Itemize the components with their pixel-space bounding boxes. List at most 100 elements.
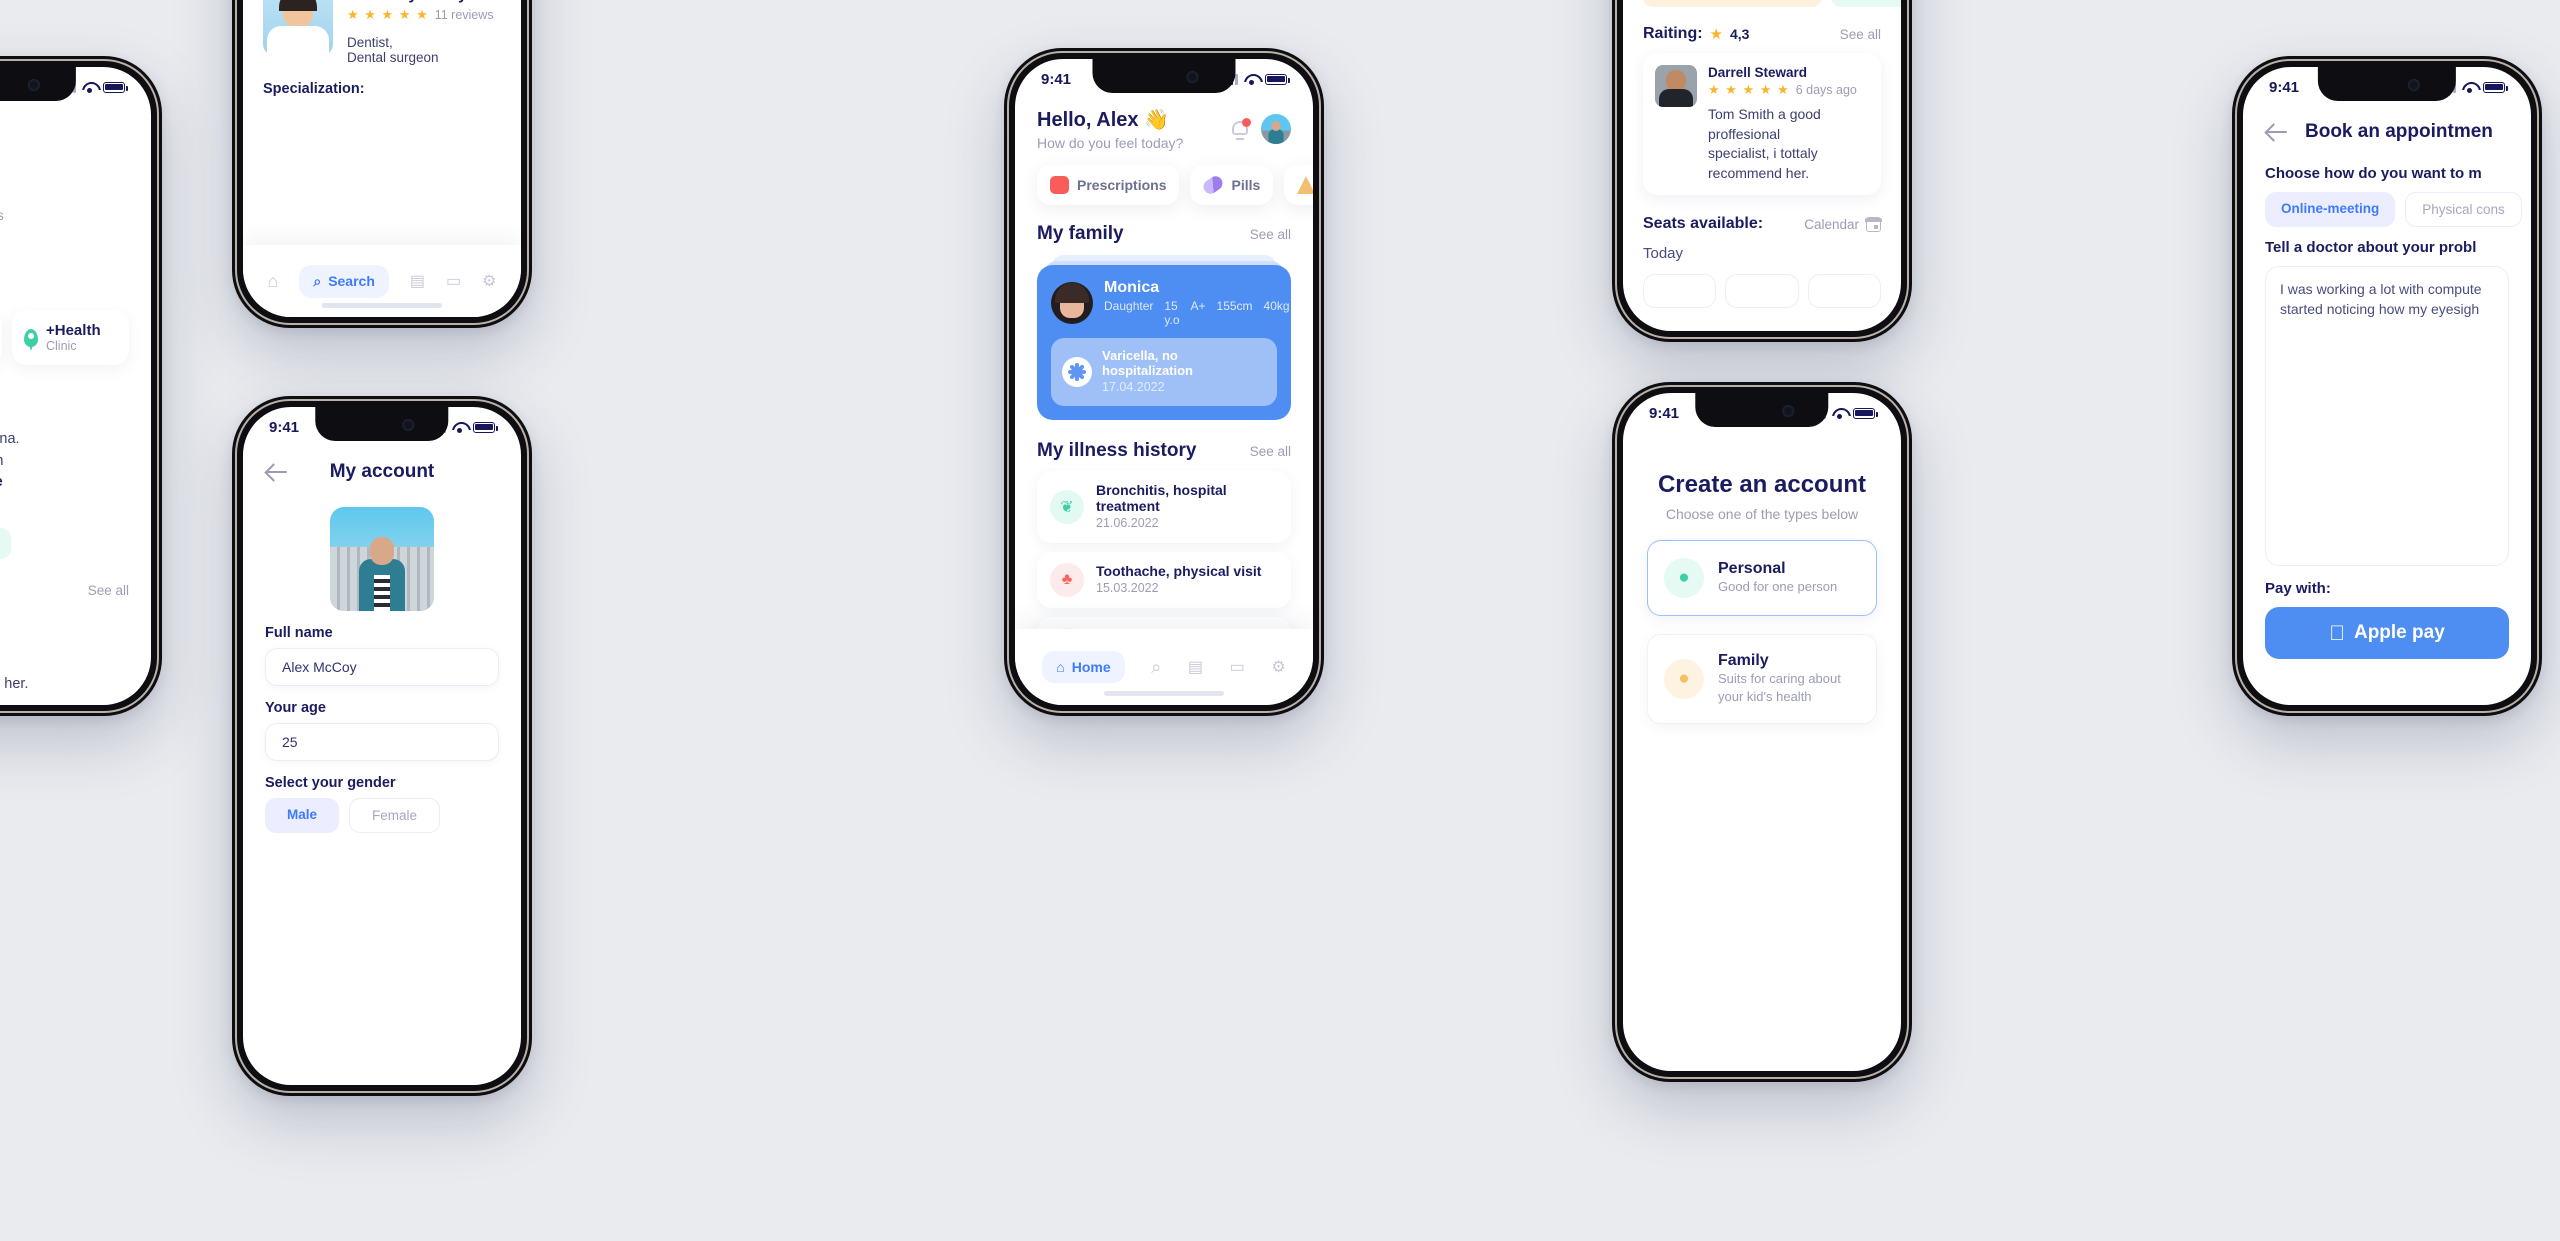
calendar-label[interactable]: Calendar: [1804, 217, 1859, 232]
family-member-blood: A+: [1190, 299, 1206, 313]
account-type-desc: Suits for caring about your kid's health: [1718, 671, 1841, 704]
time-slot-placeholder[interactable]: [1807, 274, 1881, 309]
history-see-all[interactable]: See all: [1250, 444, 1291, 459]
camera-icon: [402, 419, 415, 431]
chip-reconstructive-surgery[interactable]: Reconstructive surgery: [1643, 0, 1822, 7]
tab-home[interactable]: ⌂ Home: [1042, 651, 1125, 683]
review-text-line1: Tom Smith a good proffesional: [1708, 106, 1821, 142]
family-member-weight: 40kg: [1263, 299, 1290, 313]
problem-label: Tell a doctor about your probl: [2265, 239, 2477, 256]
pay-with-label: Pay with:: [2265, 580, 2331, 597]
tab-chat[interactable]: ▭: [1230, 657, 1245, 677]
tab-chat[interactable]: ▭: [446, 271, 461, 291]
gender-option-male[interactable]: Male: [265, 798, 340, 833]
review-text-line1: good proffesional: [0, 652, 129, 674]
battery-icon: [103, 81, 128, 93]
seats-available-label: Seats available:: [1643, 215, 1764, 233]
tab-settings[interactable]: ⚙: [1271, 657, 1285, 677]
avatar[interactable]: [1261, 114, 1291, 144]
back-arrow-icon[interactable]: [2265, 119, 2291, 145]
family-see-all[interactable]: See all: [1250, 227, 1291, 242]
family-card-stack: Monica Daughter 15 y.o A+ 155cm 40kg Var…: [1037, 255, 1291, 420]
quick-action-pills[interactable]: Pills: [1190, 165, 1274, 205]
stat-clinic: +Health Clinic: [12, 310, 129, 366]
screen-home: 9:41 Hello, Alex 👋 How do you feel today…: [1015, 59, 1313, 705]
doctor-avatar: [263, 0, 333, 56]
apple-pay-button[interactable]:  Apple pay: [2265, 607, 2509, 659]
meeting-type-selector: Online-meeting Physical cons: [2265, 192, 2522, 227]
phone-doctor-profile: Dr. Tom Smith is a clinical cardiologist…: [1612, 0, 1912, 342]
pill-icon: [1201, 173, 1226, 197]
apple-logo-icon: : [2329, 623, 2345, 644]
notch: [1092, 59, 1236, 93]
doctor-bio-line3: d as a specialist in: [0, 451, 129, 473]
account-type-family[interactable]: ● Family Suits for caring about your kid…: [1647, 634, 1877, 724]
gender-option-female[interactable]: Female: [349, 798, 441, 833]
page-title: Create an account: [1657, 471, 1867, 498]
segment-online-meeting[interactable]: Online-meeting: [2265, 192, 2396, 227]
status-time: 9:41: [1649, 404, 1680, 422]
specialization-chip-blepharoplasty[interactable]: Blepharoplasty: [0, 528, 11, 560]
rating-see-all[interactable]: See all: [1840, 27, 1881, 42]
home-indicator: [1104, 691, 1224, 696]
book-appointment-body: Book an appointmen Choose how do you wan…: [2243, 67, 2531, 705]
tab-settings[interactable]: ⚙: [482, 271, 496, 291]
review-stars: ★ ★ ★ ★ ★: [1708, 82, 1790, 97]
virus-icon: [1062, 357, 1092, 387]
full-name-input[interactable]: Alex McCoy: [265, 648, 499, 686]
rating-value: 4,3: [1730, 26, 1750, 42]
screen-doctor-profile: Dr. Tom Smith is a clinical cardiologist…: [1623, 0, 1901, 331]
see-all-link[interactable]: See all: [0, 583, 129, 598]
time-slot-placeholder[interactable]: [1643, 274, 1717, 309]
family-illness-row[interactable]: Varicella, no hospitalization 17.04.2022: [1051, 338, 1277, 406]
battery-icon: [2483, 81, 2508, 93]
doctor-role-line2: Dental surgeon: [347, 50, 439, 65]
meeting-type-label: Choose how do you want to m: [2265, 165, 2482, 182]
screen-book-appointment: 9:41 Book an appointmen Choose how do yo…: [2243, 67, 2531, 705]
rating-star-icon: ★: [1709, 26, 1723, 43]
nav-bar: Book an appointmen: [2265, 111, 2509, 153]
phone-create-account: 9:41 Create an account Choose one of the…: [1612, 382, 1912, 1082]
notch: [315, 407, 449, 441]
phone-my-account: 9:41 My account Full name Alex McCoy You…: [232, 396, 532, 1096]
segment-physical-consultation[interactable]: Physical cons: [2405, 192, 2522, 227]
tab-home[interactable]: ⌂: [267, 271, 278, 292]
notch: [0, 67, 77, 101]
tab-calendar[interactable]: ▤: [410, 271, 425, 291]
wifi-icon: [1832, 408, 1847, 419]
history-item[interactable]: ♣ Toothache, physical visit 15.03.2022: [1037, 552, 1291, 608]
doctor-name: Courtney Henry: [347, 0, 501, 4]
history-item[interactable]: ❦ Bronchitis, hospital treatment 21.06.2…: [1037, 471, 1291, 543]
camera-icon: [2408, 79, 2421, 91]
notification-bell-icon[interactable]: [1230, 118, 1251, 140]
page-subtitle: Choose one of the types below: [1665, 506, 1859, 522]
tab-search[interactable]: ⌕: [1151, 657, 1161, 678]
read-more-link[interactable]: Read more: [0, 474, 3, 490]
time-slot-placeholder[interactable]: [1725, 274, 1799, 309]
problem-textarea[interactable]: I was working a lot with compute started…: [2265, 266, 2509, 566]
stat-clinic-label: Clinic: [46, 339, 77, 354]
chip-blepharoplasty[interactable]: Blepharoplasty: [1830, 0, 1901, 7]
review-time: 6 days ago: [1795, 83, 1857, 97]
account-type-personal[interactable]: ● Personal Good for one person: [1647, 540, 1877, 616]
profile-photo[interactable]: [330, 507, 434, 611]
apple-pay-label: Apple pay: [2346, 622, 2445, 643]
tab-calendar[interactable]: ▤: [1188, 657, 1203, 677]
quick-action-analyzes[interactable]: Analyz: [1284, 165, 1313, 205]
family-member-avatar: [1051, 282, 1093, 324]
phone-search: Specialization: Reconstructive surgery B…: [232, 0, 532, 328]
home-icon: ⌂: [1056, 659, 1065, 675]
tab-search[interactable]: ⌕ Search: [299, 264, 389, 298]
family-illness-date: 17.04.2022: [1102, 380, 1165, 394]
family-illness-name: Varicella, no hospitalization: [1102, 348, 1193, 378]
age-input[interactable]: 25: [265, 723, 499, 761]
family-card[interactable]: Monica Daughter 15 y.o A+ 155cm 40kg Var…: [1037, 265, 1291, 420]
sub-greeting: How do you feel today?: [1037, 135, 1184, 151]
account-type-name: Family: [1718, 652, 1769, 669]
calendar-icon[interactable]: [1865, 216, 1882, 232]
flask-icon: [1297, 176, 1313, 194]
quick-action-prescriptions[interactable]: Prescriptions: [1037, 165, 1180, 205]
status-time: 9:41: [1041, 70, 1072, 88]
back-arrow-icon[interactable]: [265, 459, 291, 485]
history-section-title: My illness history: [1037, 440, 1197, 461]
